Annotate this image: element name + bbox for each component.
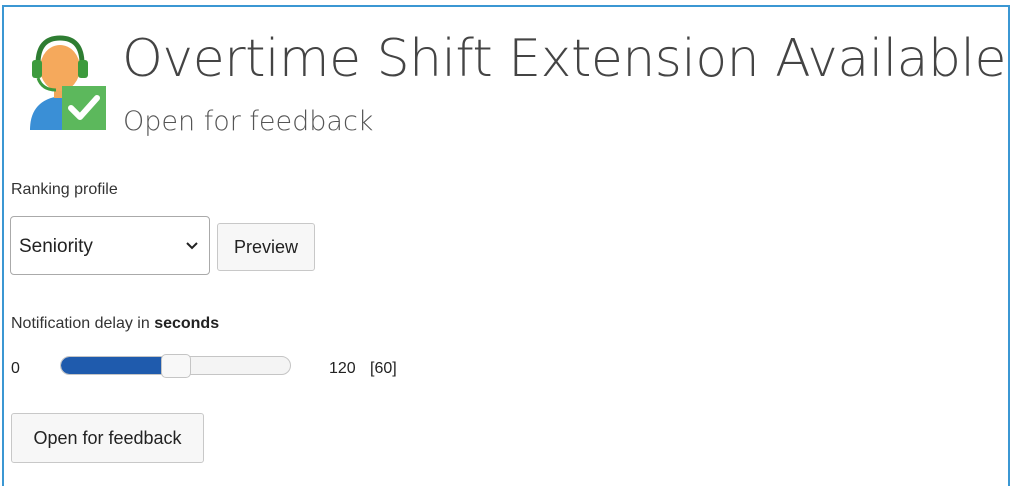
slider-handle[interactable] xyxy=(161,354,191,378)
slider-current-value: [60] xyxy=(370,360,397,377)
page-subtitle: Open for feedback xyxy=(123,106,374,137)
agent-headset-check-icon xyxy=(30,35,106,130)
preview-button[interactable]: Preview xyxy=(217,223,315,271)
notification-delay-unit: seconds xyxy=(154,315,220,332)
notification-delay-label: Notification delay in seconds xyxy=(11,315,219,333)
slider-fill xyxy=(61,357,177,374)
page-title: Overtime Shift Extension Available xyxy=(122,29,1007,89)
slider-max-label: 120 xyxy=(329,360,356,377)
notification-delay-label-prefix: Notification delay in xyxy=(11,315,155,332)
open-for-feedback-button[interactable]: Open for feedback xyxy=(11,413,204,463)
chevron-down-icon xyxy=(186,242,198,250)
ranking-profile-select[interactable]: Seniority xyxy=(10,216,210,275)
slider-min-label: 0 xyxy=(11,360,20,377)
notification-delay-slider[interactable] xyxy=(60,354,291,378)
ranking-profile-label: Ranking profile xyxy=(11,181,118,198)
ranking-profile-value: Seniority xyxy=(19,236,93,257)
